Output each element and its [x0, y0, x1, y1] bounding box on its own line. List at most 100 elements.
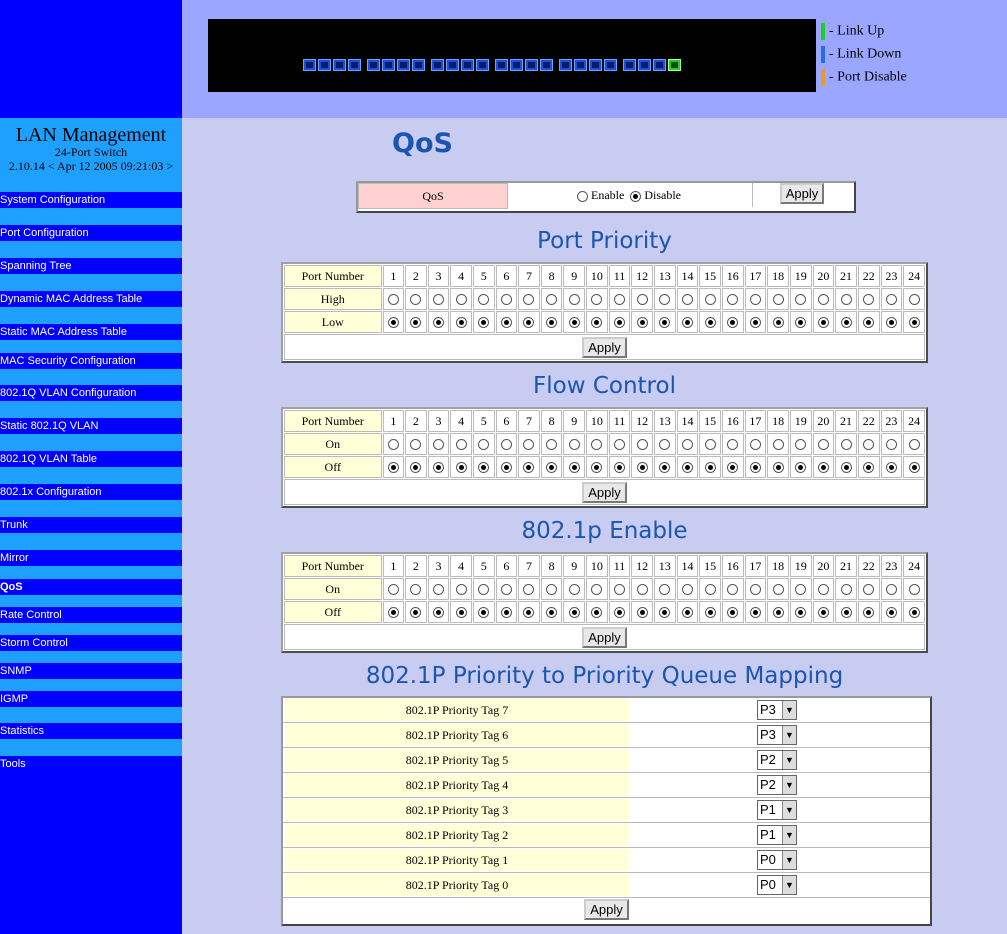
nav-item-qos[interactable]: QoS [0, 579, 182, 595]
nav-item-tools[interactable]: Tools [0, 756, 182, 772]
flow-control-on-radio-port-18[interactable] [772, 439, 784, 451]
port-priority-high-radio-port-16[interactable] [727, 294, 739, 306]
8021p-enable-on-radio-port-13[interactable] [659, 584, 671, 596]
port-priority-high-radio-port-22[interactable] [863, 294, 875, 306]
8021p-enable-on-radio-port-11[interactable] [613, 584, 625, 596]
port-priority-low-radio-port-17[interactable] [749, 317, 761, 329]
nav-item-spanning-tree[interactable]: Spanning Tree [0, 258, 182, 274]
port-priority-low-radio-port-23[interactable] [885, 317, 897, 329]
port-priority-high-radio-port-24[interactable] [908, 294, 920, 306]
nav-item-snmp[interactable]: SNMP [0, 663, 182, 679]
flow-control-off-radio-port-21[interactable] [840, 462, 852, 474]
chevron-down-icon[interactable]: ▼ [782, 726, 796, 744]
port-priority-high-radio-port-5[interactable] [478, 294, 490, 306]
port-priority-high-radio-port-1[interactable] [387, 294, 399, 306]
port-priority-low-radio-port-21[interactable] [840, 317, 852, 329]
8021p-enable-on-radio-port-12[interactable] [636, 584, 648, 596]
port-led-4[interactable] [348, 59, 361, 71]
flow-control-off-radio-port-13[interactable] [659, 462, 671, 474]
nav-item-dynamic-mac-address-table[interactable]: Dynamic MAC Address Table [0, 291, 182, 307]
queue-select[interactable]: P1 ▼ [757, 825, 797, 845]
port-priority-low-radio-port-22[interactable] [863, 317, 875, 329]
flow-control-on-radio-port-4[interactable] [455, 439, 467, 451]
8021p-enable-off-radio-port-19[interactable] [795, 607, 807, 619]
8021p-enable-on-radio-port-18[interactable] [772, 584, 784, 596]
8021p-enable-off-radio-port-6[interactable] [500, 607, 512, 619]
8021p-enable-on-radio-port-7[interactable] [523, 584, 535, 596]
queue-select[interactable]: P3 ▼ [757, 700, 797, 720]
8021p-enable-off-radio-port-2[interactable] [410, 607, 422, 619]
8021p-enable-on-radio-port-19[interactable] [795, 584, 807, 596]
port-priority-high-radio-port-6[interactable] [500, 294, 512, 306]
8021p-enable-apply-button[interactable]: Apply [582, 626, 627, 648]
port-led-13[interactable] [495, 59, 508, 71]
queue-select[interactable]: P2 ▼ [757, 750, 797, 770]
8021p-enable-on-radio-port-15[interactable] [704, 584, 716, 596]
8021p-enable-on-radio-port-14[interactable] [681, 584, 693, 596]
flow-control-off-radio-port-17[interactable] [749, 462, 761, 474]
8021p-enable-off-radio-port-5[interactable] [478, 607, 490, 619]
port-priority-low-radio-port-4[interactable] [455, 317, 467, 329]
8021p-enable-off-radio-port-22[interactable] [863, 607, 875, 619]
port-led-19[interactable] [589, 59, 602, 71]
8021p-enable-on-radio-port-17[interactable] [749, 584, 761, 596]
queue-select[interactable]: P0 ▼ [757, 850, 797, 870]
port-priority-low-radio-port-9[interactable] [568, 317, 580, 329]
8021p-enable-on-radio-port-16[interactable] [727, 584, 739, 596]
port-priority-low-radio-port-10[interactable] [591, 317, 603, 329]
port-priority-low-radio-port-7[interactable] [523, 317, 535, 329]
port-priority-low-radio-port-3[interactable] [433, 317, 445, 329]
8021p-enable-off-radio-port-17[interactable] [749, 607, 761, 619]
flow-control-off-radio-port-9[interactable] [568, 462, 580, 474]
port-led-11[interactable] [461, 59, 474, 71]
8021p-enable-off-radio-port-14[interactable] [681, 607, 693, 619]
flow-control-on-radio-port-1[interactable] [387, 439, 399, 451]
8021p-enable-off-radio-port-21[interactable] [840, 607, 852, 619]
port-led-12[interactable] [476, 59, 489, 71]
8021p-enable-on-radio-port-2[interactable] [410, 584, 422, 596]
port-led-21[interactable] [623, 59, 636, 71]
chevron-down-icon[interactable]: ▼ [782, 876, 796, 894]
flow-control-on-radio-port-9[interactable] [568, 439, 580, 451]
8021p-enable-off-radio-port-24[interactable] [908, 607, 920, 619]
port-led-15[interactable] [525, 59, 538, 71]
port-priority-low-radio-port-24[interactable] [908, 317, 920, 329]
flow-control-on-radio-port-12[interactable] [636, 439, 648, 451]
port-led-6[interactable] [382, 59, 395, 71]
nav-item-802-1q-vlan-table[interactable]: 802.1Q VLAN Table [0, 451, 182, 467]
qos-enable-radio[interactable] [577, 190, 588, 202]
flow-control-off-radio-port-14[interactable] [681, 462, 693, 474]
flow-control-off-radio-port-12[interactable] [636, 462, 648, 474]
port-priority-low-radio-port-1[interactable] [387, 317, 399, 329]
port-led-2[interactable] [318, 59, 331, 71]
flow-control-off-radio-port-20[interactable] [817, 462, 829, 474]
8021p-enable-on-radio-port-20[interactable] [817, 584, 829, 596]
port-priority-high-radio-port-12[interactable] [636, 294, 648, 306]
nav-item-mirror[interactable]: Mirror [0, 550, 182, 566]
port-priority-high-radio-port-23[interactable] [885, 294, 897, 306]
flow-control-on-radio-port-2[interactable] [410, 439, 422, 451]
port-priority-high-radio-port-2[interactable] [410, 294, 422, 306]
queue-select[interactable]: P0 ▼ [757, 875, 797, 895]
port-priority-low-radio-port-19[interactable] [795, 317, 807, 329]
flow-control-on-radio-port-22[interactable] [863, 439, 875, 451]
port-priority-low-radio-port-11[interactable] [613, 317, 625, 329]
port-priority-low-radio-port-20[interactable] [817, 317, 829, 329]
8021p-enable-off-radio-port-11[interactable] [613, 607, 625, 619]
8021p-enable-on-radio-port-21[interactable] [840, 584, 852, 596]
nav-item-statistics[interactable]: Statistics [0, 723, 182, 739]
mapping-apply-button[interactable]: Apply [584, 899, 629, 920]
flow-control-off-radio-port-22[interactable] [863, 462, 875, 474]
flow-control-on-radio-port-7[interactable] [523, 439, 535, 451]
8021p-enable-off-radio-port-8[interactable] [546, 607, 558, 619]
nav-item-trunk[interactable]: Trunk [0, 517, 182, 533]
port-priority-high-radio-port-3[interactable] [433, 294, 445, 306]
8021p-enable-on-radio-port-10[interactable] [591, 584, 603, 596]
port-priority-low-radio-port-15[interactable] [704, 317, 716, 329]
flow-control-off-radio-port-1[interactable] [387, 462, 399, 474]
flow-control-on-radio-port-20[interactable] [817, 439, 829, 451]
nav-item-system-configuration[interactable]: System Configuration [0, 192, 182, 208]
8021p-enable-on-radio-port-8[interactable] [546, 584, 558, 596]
port-priority-high-radio-port-20[interactable] [817, 294, 829, 306]
port-priority-low-radio-port-6[interactable] [500, 317, 512, 329]
